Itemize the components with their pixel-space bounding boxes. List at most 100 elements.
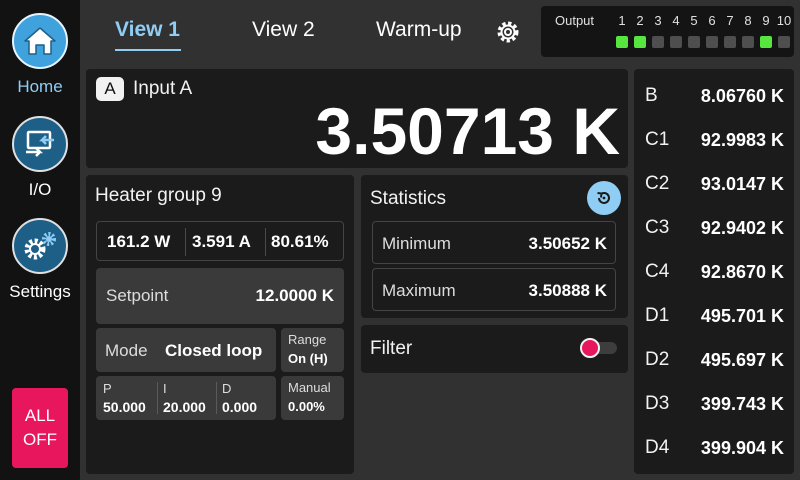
channels-panel: B 8.06760 K C1 92.9983 K C2 93.0147 K C3 92.940…	[634, 69, 794, 474]
channel-name: D3	[645, 393, 670, 414]
channel-row-c2[interactable]: C2 93.0147 K	[634, 169, 794, 199]
output-number: 5	[690, 13, 698, 28]
output-number: 1	[618, 13, 626, 28]
heater-percent: 80.61%	[271, 232, 329, 251]
tab-view-2[interactable]: View 2	[252, 18, 315, 42]
channel-value: 399.904 K	[700, 438, 784, 458]
output-number: 2	[636, 13, 644, 28]
channel-row-c3[interactable]: C3 92.9402 K	[634, 213, 794, 243]
nav-home-label: Home	[17, 77, 63, 96]
divider	[216, 382, 217, 414]
pid-settings[interactable]: P 50.000 I 20.000 D 0.000	[96, 376, 276, 420]
all-off-button[interactable]: ALL OFF	[12, 388, 68, 468]
setpoint-value: 12.0000 K	[255, 286, 334, 305]
d-label: D	[222, 381, 232, 396]
heater-current: 3.591 A	[192, 232, 251, 251]
output-led-5	[688, 36, 700, 48]
heater-group-title: Heater group 9	[95, 185, 222, 206]
channel-value: 8.06760 K	[700, 86, 784, 106]
divider	[157, 382, 158, 414]
output-number: 6	[708, 13, 716, 28]
home-icon	[12, 13, 68, 69]
channel-row-b[interactable]: B 8.06760 K	[634, 81, 794, 111]
output-number: 9	[762, 13, 770, 28]
p-label: P	[103, 381, 112, 396]
output-led-6	[706, 36, 718, 48]
filter-toggle-knob[interactable]	[580, 338, 600, 358]
all-off-label-line1: ALL	[24, 406, 56, 425]
output-number: 10	[776, 13, 792, 28]
nav-settings-button[interactable]: Settings	[0, 218, 80, 302]
channel-value: 93.0147 K	[700, 174, 784, 194]
divider	[185, 228, 186, 256]
channel-name: B	[645, 85, 658, 106]
channel-name: D1	[645, 305, 670, 326]
channel-name: C3	[645, 217, 670, 238]
manual-output-field[interactable]: Manual 0.00%	[281, 376, 344, 420]
output-led-3	[652, 36, 664, 48]
tab-view-1[interactable]: View 1	[115, 18, 180, 42]
output-led-1	[616, 36, 628, 48]
minimum-stat: Minimum 3.50652 K	[372, 221, 616, 264]
minimum-value: 3.50652 K	[528, 234, 607, 253]
channel-value: 495.701 K	[700, 306, 784, 326]
channel-value: 92.8670 K	[700, 262, 784, 282]
manual-label: Manual	[288, 380, 331, 395]
mode-value: Closed loop	[165, 341, 263, 360]
output-number: 8	[744, 13, 752, 28]
channel-name: C2	[645, 173, 670, 194]
outputs-title: Output	[555, 13, 595, 28]
channel-value: 92.9983 K	[700, 130, 784, 150]
divider	[265, 228, 266, 256]
outputs-indicator-panel: Output 1 2 3 4 5 6 7 8 9 10	[541, 6, 794, 57]
input-badge: A	[96, 77, 124, 101]
nav-io-label: I/O	[28, 180, 52, 199]
output-led-4	[670, 36, 682, 48]
sidebar: Home I/O Settings ALL OFF	[0, 0, 80, 480]
active-tab-indicator	[115, 49, 181, 51]
reset-statistics-button[interactable]	[587, 181, 621, 215]
setpoint-label: Setpoint	[106, 286, 169, 305]
nav-home-button[interactable]: Home	[0, 13, 80, 97]
channel-row-d3[interactable]: D3 399.743 K	[634, 389, 794, 419]
channel-value: 92.9402 K	[700, 218, 784, 238]
channel-name: D4	[645, 437, 670, 458]
nav-settings-label: Settings	[9, 282, 71, 301]
range-value: On (H)	[288, 351, 328, 366]
channel-row-d4[interactable]: D4 399.904 K	[634, 433, 794, 463]
output-led-10	[778, 36, 790, 48]
input-a-value: 3.50713 K	[315, 94, 620, 168]
channel-row-c1[interactable]: C1 92.9983 K	[634, 125, 794, 155]
channel-name: C1	[645, 129, 670, 150]
mode-label: Mode	[105, 341, 148, 360]
heater-power: 161.2 W	[107, 232, 171, 251]
filter-panel: Filter	[361, 325, 628, 373]
p-value: 50.000	[103, 399, 146, 415]
gear-icon[interactable]	[495, 19, 521, 45]
heater-group-panel: Heater group 9 161.2 W 3.591 A 80.61% Se…	[86, 175, 354, 474]
tab-warm-up[interactable]: Warm-up	[376, 18, 462, 42]
mode-selector[interactable]: Mode Closed loop	[96, 328, 276, 372]
reset-icon	[597, 192, 610, 204]
channel-row-c4[interactable]: C4 92.8670 K	[634, 257, 794, 287]
input-a-panel[interactable]: A Input A 3.50713 K	[86, 69, 628, 168]
setpoint-field[interactable]: Setpoint 12.0000 K	[96, 268, 344, 324]
heater-measurements: 161.2 W 3.591 A 80.61%	[96, 221, 344, 261]
all-off-label-line2: OFF	[23, 430, 57, 449]
nav-io-button[interactable]: I/O	[0, 116, 80, 200]
range-label: Range	[288, 332, 327, 347]
range-selector[interactable]: Range On (H)	[281, 328, 344, 372]
channel-row-d2[interactable]: D2 495.697 K	[634, 345, 794, 375]
i-label: I	[163, 381, 167, 396]
output-led-7	[724, 36, 736, 48]
maximum-stat: Maximum 3.50888 K	[372, 268, 616, 311]
io-icon	[12, 116, 68, 172]
output-number: 4	[672, 13, 680, 28]
output-led-2	[634, 36, 646, 48]
maximum-value: 3.50888 K	[528, 281, 607, 300]
channel-name: C4	[645, 261, 670, 282]
d-value: 0.000	[222, 399, 258, 415]
output-led-9	[760, 36, 772, 48]
manual-value: 0.00%	[288, 399, 325, 414]
channel-row-d1[interactable]: D1 495.701 K	[634, 301, 794, 331]
